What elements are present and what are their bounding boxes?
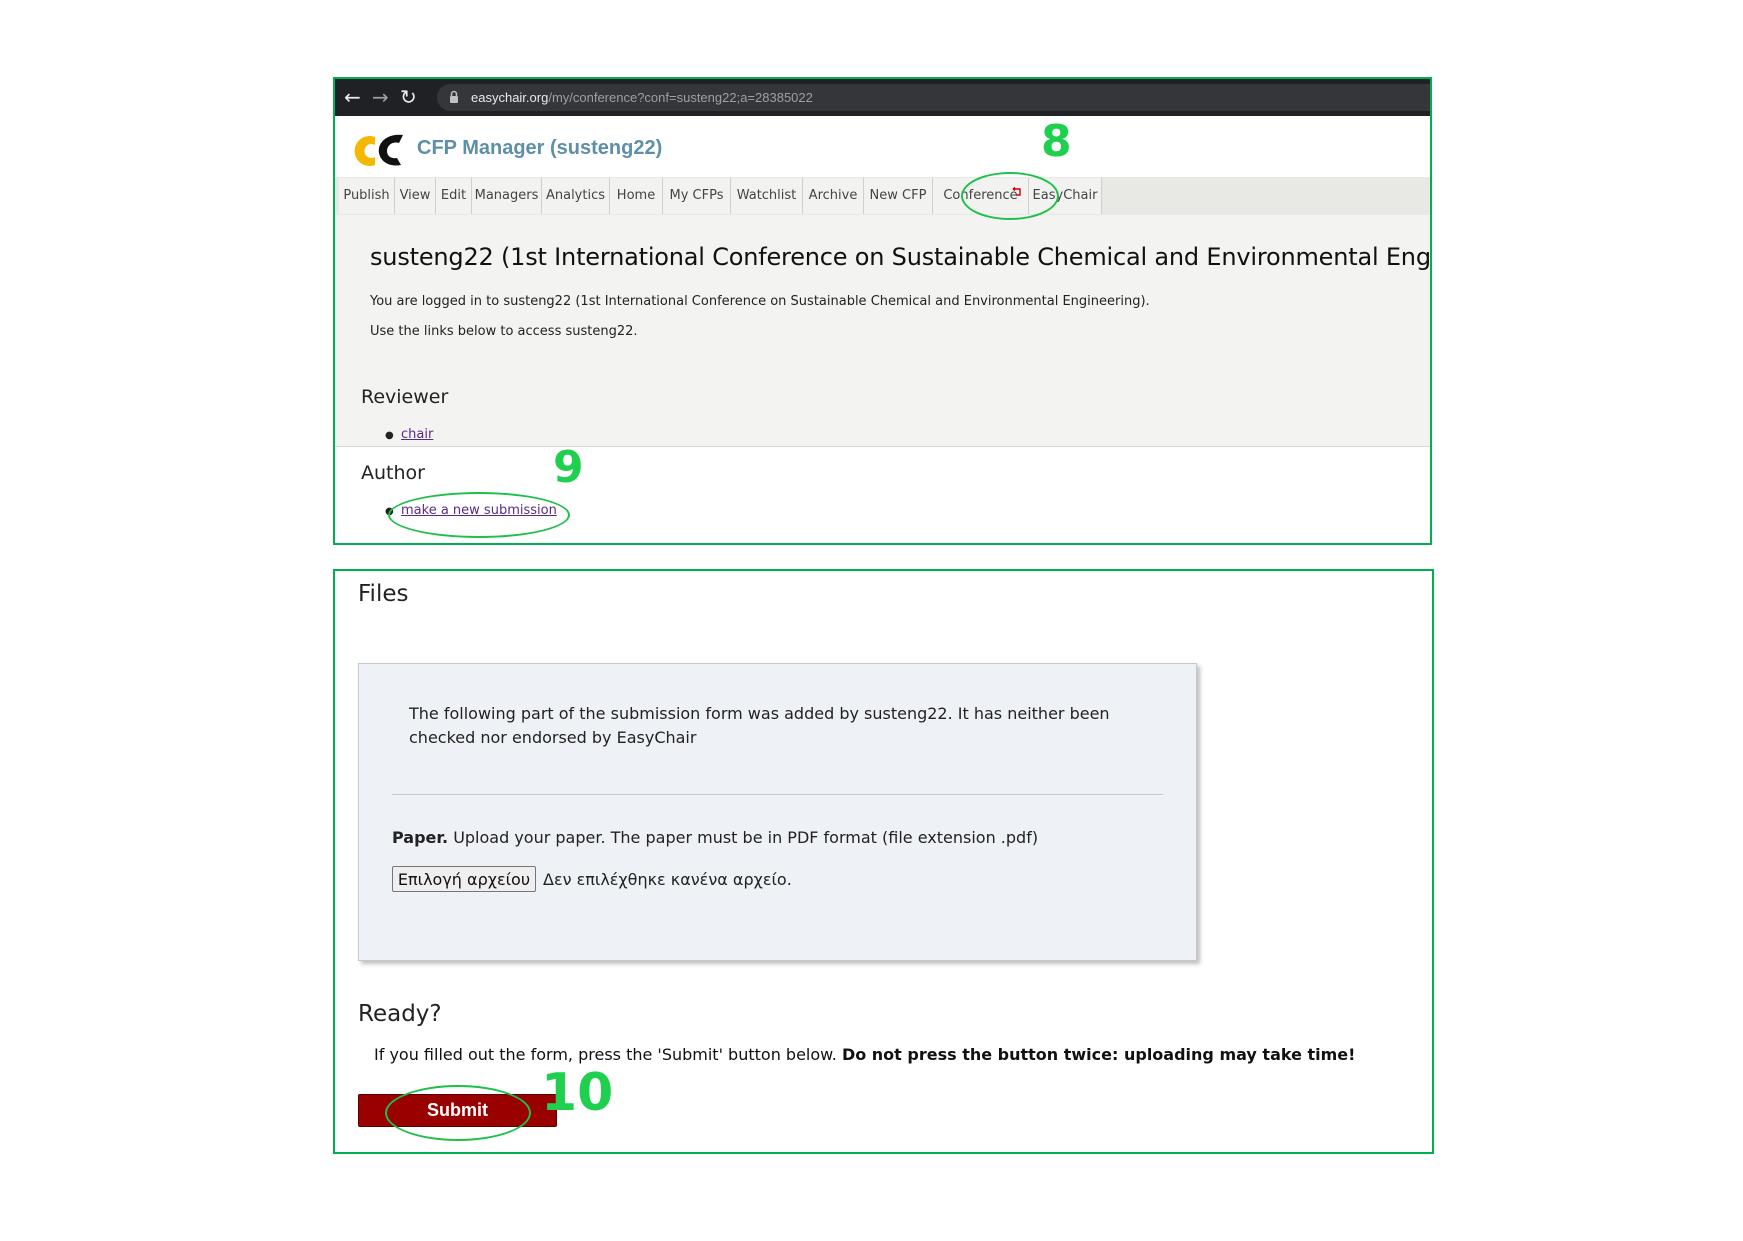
new-submission-link[interactable]: make a new submission [401, 503, 557, 518]
tab-conference-label: Conference [943, 188, 1018, 203]
menu-bar: Publish View Edit Managers Analytics Hom… [335, 177, 1430, 215]
url-host: easychair.org [471, 90, 549, 105]
ready-heading: Ready? [358, 1001, 442, 1027]
url-text: easychair.org/my/conference?conf=susteng… [471, 84, 813, 111]
browser-toolbar: ← → ↻ easychair.org/my/conference?conf=s… [335, 79, 1430, 116]
links-message: Use the links below to access susteng22. [370, 324, 638, 339]
cfp-manager-panel: ← → ↻ easychair.org/my/conference?conf=s… [333, 77, 1432, 545]
tab-archive[interactable]: Archive [803, 178, 864, 214]
tab-analytics[interactable]: Analytics [542, 178, 610, 214]
submit-button[interactable]: Submit [358, 1094, 557, 1127]
page-title: susteng22 (1st International Conference … [370, 243, 1432, 271]
files-heading: Files [358, 581, 409, 607]
tab-view[interactable]: View [395, 178, 436, 214]
tab-managers[interactable]: Managers [472, 178, 542, 214]
ready-text-warning: Do not press the button twice: uploading… [841, 1045, 1356, 1064]
forward-arrow-icon[interactable]: → [372, 79, 389, 116]
step-8-label: 8 [1041, 116, 1072, 167]
reviewer-heading: Reviewer [361, 386, 449, 408]
paper-description: Upload your paper. The paper must be in … [453, 828, 1039, 847]
tab-my-cfps[interactable]: My CFPs [663, 178, 731, 214]
lock-icon [450, 90, 458, 103]
app-title: CFP Manager (susteng22) [417, 137, 663, 159]
step-9-label: 9 [553, 442, 584, 493]
divider [392, 794, 1163, 795]
address-bar[interactable]: easychair.org/my/conference?conf=susteng… [437, 84, 1430, 111]
return-arrow-icon [1012, 187, 1021, 196]
tab-easychair[interactable]: EasyChair [1029, 178, 1102, 214]
easychair-logo-icon [354, 134, 403, 166]
logged-in-message: You are logged in to susteng22 (1st Inte… [370, 294, 1150, 309]
tab-conference[interactable]: Conference [933, 178, 1029, 214]
choose-file-button[interactable]: Επιλογή αρχείου [392, 866, 536, 892]
tab-publish[interactable]: Publish [339, 178, 395, 214]
bullet: ● [385, 506, 394, 517]
paper-label: Paper. [392, 828, 449, 847]
step-10-label: 10 [541, 1063, 614, 1123]
url-path: /my/conference?conf=susteng22;a=28385022 [548, 90, 813, 105]
submission-form-panel: Files The following part of the submissi… [333, 569, 1434, 1154]
author-heading: Author [361, 462, 425, 484]
conference-info: susteng22 (1st International Conference … [335, 215, 1430, 447]
tab-edit[interactable]: Edit [436, 178, 472, 214]
reload-icon[interactable]: ↻ [400, 79, 417, 116]
ready-text-normal: If you filled out the form, press the 'S… [374, 1045, 842, 1064]
tab-watchlist[interactable]: Watchlist [731, 178, 803, 214]
paper-instructions: Paper. Upload your paper. The paper must… [392, 828, 1038, 847]
upload-form-box: The following part of the submission for… [358, 663, 1197, 961]
no-file-text: Δεν επιλέχθηκε κανένα αρχείο. [543, 870, 792, 889]
tab-home[interactable]: Home [610, 178, 663, 214]
back-arrow-icon[interactable]: ← [344, 79, 361, 116]
reviewer-chair-link[interactable]: chair [401, 427, 433, 442]
bullet: ● [385, 430, 394, 441]
form-notice: The following part of the submission for… [409, 704, 1110, 747]
tab-new-cfp[interactable]: New CFP [864, 178, 933, 214]
ready-instructions: If you filled out the form, press the 'S… [374, 1045, 1355, 1064]
